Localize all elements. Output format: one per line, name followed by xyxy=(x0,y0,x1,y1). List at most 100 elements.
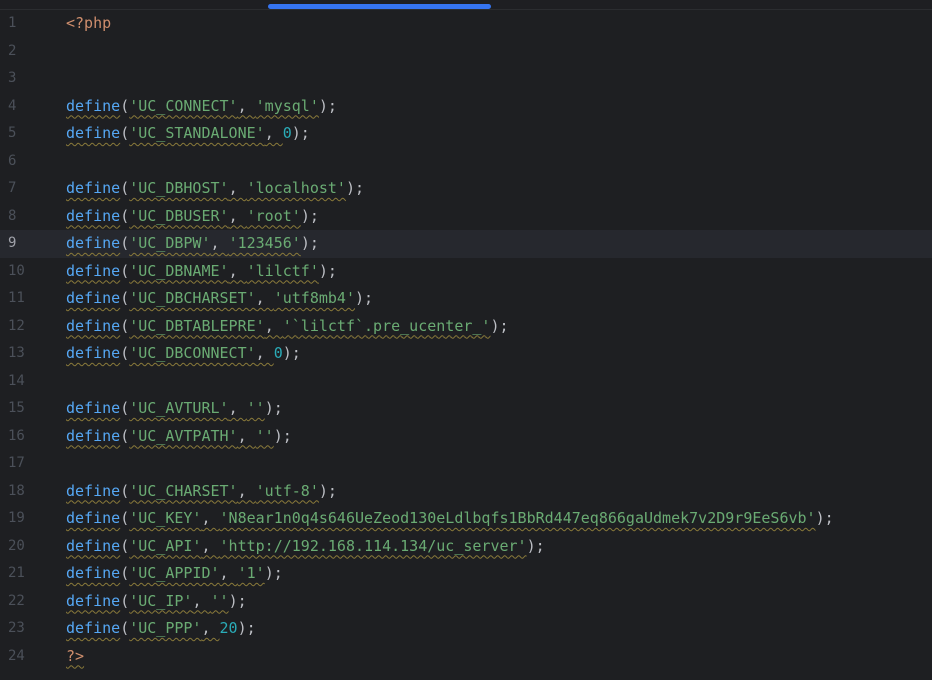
function-name: define xyxy=(66,261,121,280)
function-name: define xyxy=(66,564,121,582)
line-number: 4 xyxy=(8,97,17,114)
function-name: define xyxy=(66,619,121,637)
line-code: define('UC_DBUSER', 'root'); xyxy=(66,203,319,231)
line-code: define('UC_APPID', '1'); xyxy=(66,560,283,588)
line-code: define('UC_DBNAME', 'lilctf'); xyxy=(66,258,337,286)
code-line[interactable]: 3 xyxy=(0,65,932,93)
punctuation: ( xyxy=(120,316,130,335)
code-line[interactable]: 15 define('UC_AVTURL', ''); xyxy=(0,395,932,423)
string-literal: '' xyxy=(255,426,274,445)
function-name: define xyxy=(66,481,121,500)
line-number: 8 xyxy=(8,207,17,224)
line-code: ?> xyxy=(66,643,84,671)
string-literal: 'localhost' xyxy=(246,179,346,197)
code-line[interactable]: 8 define('UC_DBUSER', 'root'); xyxy=(0,203,932,231)
code-line[interactable]: 2 xyxy=(0,38,932,66)
line-number: 24 xyxy=(8,647,25,664)
code-line[interactable]: 4 define('UC_CONNECT', 'mysql'); xyxy=(0,93,932,121)
punctuation: ); xyxy=(228,591,247,610)
code-line[interactable]: 20 define('UC_API', 'http://192.168.114.1… xyxy=(0,533,932,561)
function-name: define xyxy=(66,536,121,555)
function-name: define xyxy=(66,426,121,445)
separator: , xyxy=(237,426,256,445)
separator: , xyxy=(201,509,220,527)
string-literal: 'UC_CHARSET' xyxy=(129,481,238,500)
code-line[interactable]: 16 define('UC_AVTPATH', ''); xyxy=(0,423,932,451)
line-code: define('UC_AVTURL', ''); xyxy=(66,395,283,423)
punctuation: ); xyxy=(318,96,337,115)
punctuation: ); xyxy=(282,344,301,362)
code-line[interactable]: 1 <?php xyxy=(0,10,932,38)
line-code: define('UC_CONNECT', 'mysql'); xyxy=(66,93,337,121)
function-name: define xyxy=(66,289,121,307)
line-number: 21 xyxy=(8,565,25,581)
line-number: 11 xyxy=(8,290,25,306)
punctuation: ); xyxy=(318,261,337,280)
code-editor[interactable]: 1 <?php 2 3 4 define('UC_CONNECT', 'mysql'); 5… xyxy=(0,10,932,680)
code-line[interactable]: 22 define('UC_IP', ''); xyxy=(0,588,932,616)
code-line[interactable]: 14 xyxy=(0,368,932,396)
code-line[interactable]: 21 define('UC_APPID', '1'); xyxy=(0,560,932,588)
code-line[interactable]: 6 xyxy=(0,148,932,176)
code-line[interactable]: 11 define('UC_DBCHARSET', 'utf8mb4'); xyxy=(0,285,932,313)
code-line[interactable]: 13 define('UC_DBCONNECT', 0); xyxy=(0,340,932,368)
punctuation: ( xyxy=(120,591,130,610)
punctuation: ( xyxy=(120,426,130,445)
punctuation: ( xyxy=(120,234,130,252)
code-line[interactable]: 10 define('UC_DBNAME', 'lilctf'); xyxy=(0,258,932,286)
code-line[interactable]: 12 define('UC_DBTABLEPRE', '`lilctf`.pre_… xyxy=(0,313,932,341)
punctuation: ( xyxy=(120,399,130,417)
separator: , xyxy=(201,619,220,637)
punctuation: ( xyxy=(120,124,130,142)
code-line[interactable]: 19 define('UC_KEY', 'N8ear1n0q4s646UeZeod… xyxy=(0,505,932,533)
punctuation: ( xyxy=(120,536,130,555)
separator: , xyxy=(192,591,211,610)
separator: , xyxy=(264,124,283,142)
line-number: 14 xyxy=(8,372,25,389)
string-literal: 'UC_DBHOST' xyxy=(129,179,229,197)
line-number: 12 xyxy=(8,317,25,334)
number-literal: 0 xyxy=(282,124,292,142)
line-code: define('UC_STANDALONE', 0); xyxy=(66,120,310,148)
string-literal: '123456' xyxy=(228,234,301,252)
function-name: define xyxy=(66,124,121,142)
function-name: define xyxy=(66,96,121,115)
line-number: 6 xyxy=(8,152,17,169)
function-name: define xyxy=(66,179,121,197)
function-name: define xyxy=(66,509,121,527)
punctuation: ( xyxy=(120,96,130,115)
punctuation: ); xyxy=(300,206,319,225)
string-literal: 'mysql' xyxy=(255,96,319,115)
punctuation: ); xyxy=(300,234,319,252)
string-literal: '1' xyxy=(237,564,265,582)
code-line[interactable]: 24 ?> xyxy=(0,643,932,671)
line-code: define('UC_DBTABLEPRE', '`lilctf`.pre_uc… xyxy=(66,313,509,341)
code-line[interactable]: 9 define('UC_DBPW', '123456'); xyxy=(0,230,932,258)
string-literal: 'UC_DBCONNECT' xyxy=(129,344,256,362)
code-line[interactable]: 7 define('UC_DBHOST', 'localhost'); xyxy=(0,175,932,203)
line-number: 1 xyxy=(8,15,17,31)
line-number: 17 xyxy=(8,455,25,471)
line-code: define('UC_AVTPATH', ''); xyxy=(66,423,292,451)
string-literal: 'UC_PPP' xyxy=(129,619,202,637)
string-literal: '' xyxy=(210,591,229,610)
punctuation: ); xyxy=(345,179,365,197)
code-line[interactable]: 23 define('UC_PPP', 20); xyxy=(0,615,932,643)
separator: , xyxy=(201,536,220,555)
line-code: define('UC_DBHOST', 'localhost'); xyxy=(66,175,364,203)
string-literal: 'UC_CONNECT' xyxy=(129,96,238,115)
separator: , xyxy=(255,344,274,362)
code-line[interactable]: 18 define('UC_CHARSET', 'utf-8'); xyxy=(0,478,932,506)
number-literal: 20 xyxy=(219,619,238,637)
line-code: define('UC_KEY', 'N8ear1n0q4s646UeZeod13… xyxy=(66,505,834,533)
horizontal-scrollbar-thumb[interactable] xyxy=(268,4,491,9)
line-number: 2 xyxy=(8,42,17,59)
line-number: 13 xyxy=(8,345,25,361)
line-number: 10 xyxy=(8,262,25,279)
code-line[interactable]: 17 xyxy=(0,450,932,478)
code-line[interactable]: 5 define('UC_STANDALONE', 0); xyxy=(0,120,932,148)
function-name: define xyxy=(66,399,121,417)
punctuation: ); xyxy=(291,124,310,142)
line-code: define('UC_DBPW', '123456'); xyxy=(66,230,319,258)
string-literal: 'N8ear1n0q4s646UeZeod130eLdlbqfs1BbRd447… xyxy=(219,509,816,527)
